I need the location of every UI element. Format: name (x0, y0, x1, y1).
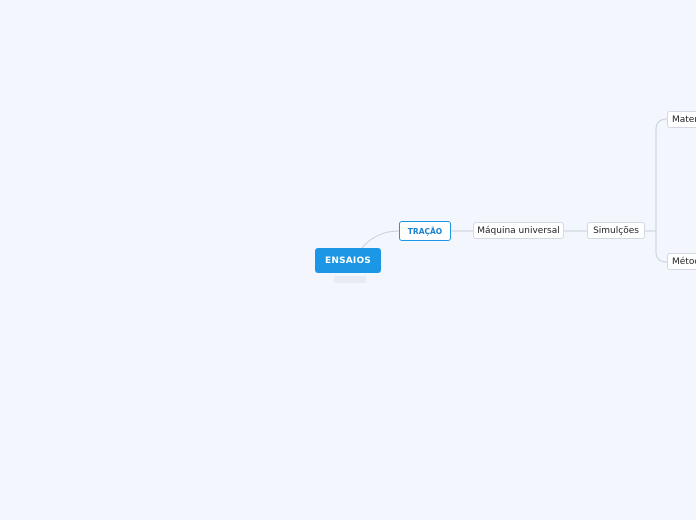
topic-node-tracao[interactable]: TRAÇÃO (399, 221, 451, 241)
topic-node-metod[interactable]: Métod (667, 253, 696, 270)
topic-node-label: Simulções (593, 225, 639, 236)
topic-node-materi[interactable]: Materi (667, 111, 696, 128)
mindmap-canvas[interactable]: ENSAIOS TRAÇÃO Máquina universal Simulçõ… (0, 0, 696, 520)
connector-simulcoes-materi (655, 118, 668, 231)
topic-node-maquina-universal[interactable]: Máquina universal (473, 222, 564, 239)
topic-node-simulcoes[interactable]: Simulções (587, 222, 645, 239)
connector-simulcoes-metod (655, 231, 668, 263)
root-node-label: ENSAIOS (324, 255, 371, 266)
topic-node-label: Materi (672, 114, 696, 125)
topic-node-label: Máquina universal (477, 225, 560, 236)
topic-node-label: Métod (672, 256, 696, 267)
topic-node-label: TRAÇÃO (407, 226, 443, 236)
connector-root-tracao (361, 230, 400, 249)
root-node-ensaios[interactable]: ENSAIOS (315, 248, 381, 273)
root-node-collapse-handle[interactable] (334, 276, 366, 283)
